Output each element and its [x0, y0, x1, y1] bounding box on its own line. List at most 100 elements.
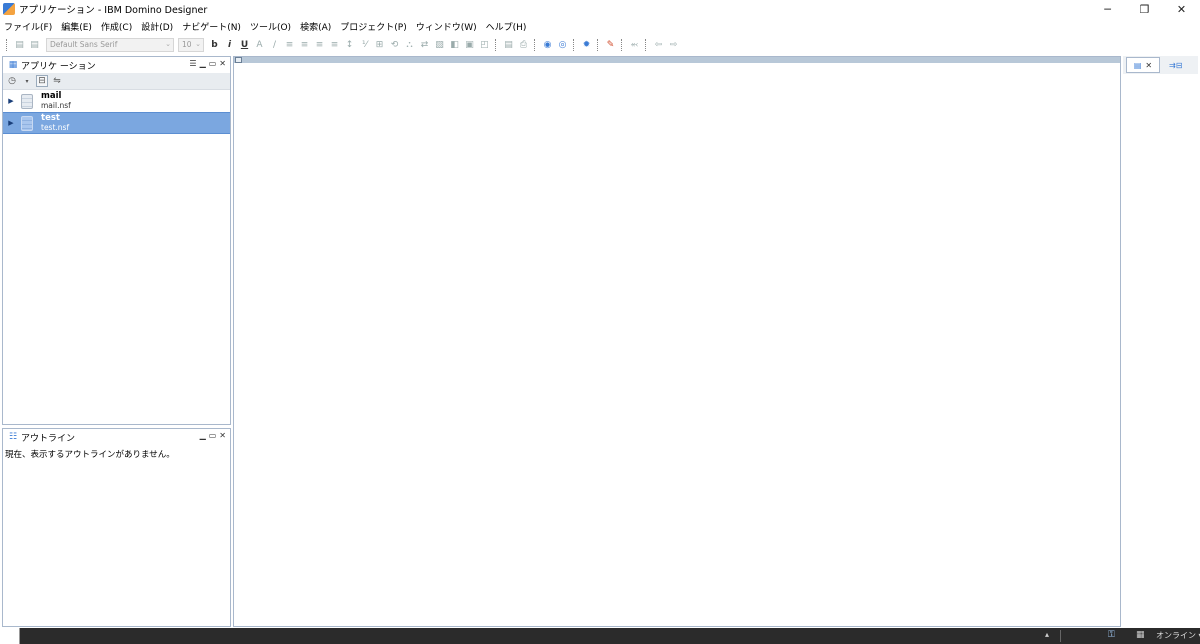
- controls-tab[interactable]: ▤ ✕: [1126, 57, 1160, 73]
- chevron-up-icon[interactable]: ▴: [1045, 630, 1049, 639]
- align-justify-icon[interactable]: ≡: [329, 39, 340, 50]
- align-center-icon[interactable]: ≡: [299, 39, 310, 50]
- status-bar: ▴ ⚿ ▦ オンライン ▾: [0, 628, 1200, 644]
- applications-pane-header: ▦ アプリケ ーション ☰ ▁ ▭ ✕: [3, 57, 230, 73]
- connection-icon[interactable]: ⚿: [1108, 630, 1115, 640]
- online-status[interactable]: オンライン ▾: [1156, 630, 1200, 641]
- bold-icon[interactable]: b: [209, 39, 220, 50]
- menu-search[interactable]: 検索(A): [300, 20, 331, 33]
- debug-icon[interactable]: ✹: [581, 39, 592, 50]
- menu-tools[interactable]: ツール(O): [250, 20, 291, 33]
- minimize-pane-icon[interactable]: ▁: [200, 59, 206, 68]
- menu-edit[interactable]: 編集(E): [61, 20, 92, 33]
- frame-icon[interactable]: ◰: [479, 39, 490, 50]
- highlight-icon[interactable]: ∕: [269, 39, 280, 50]
- font-size-select[interactable]: 10 ⌄: [178, 37, 204, 52]
- underline-icon[interactable]: U: [239, 39, 250, 50]
- align-right-icon[interactable]: ≡: [314, 39, 325, 50]
- toolbar-separator: [573, 38, 576, 51]
- application-name: test: [41, 113, 60, 123]
- toolbar-grip[interactable]: [6, 38, 9, 51]
- window-controls: ─ ❐ ✕: [1089, 0, 1200, 18]
- restore-panel-icon[interactable]: ⇉⊟: [1169, 61, 1182, 70]
- status-bar-left: [0, 628, 20, 644]
- line-spacing-icon[interactable]: ↕: [344, 39, 355, 50]
- marker-icon[interactable]: ⬻: [629, 39, 640, 50]
- run-icon[interactable]: ✎: [605, 39, 616, 50]
- database-icon: [21, 93, 33, 109]
- toolbar-separator: [495, 38, 498, 51]
- numbering-icon[interactable]: ⅟: [359, 39, 370, 50]
- font-family-value: Default Sans Serif: [50, 40, 118, 49]
- menu-help[interactable]: ヘルプ(H): [486, 20, 527, 33]
- toolbar-separator: [621, 38, 624, 51]
- section-icon[interactable]: ▣: [464, 39, 475, 50]
- layout-icon[interactable]: ◧: [449, 39, 460, 50]
- database-icon: [21, 115, 33, 131]
- application-row-test[interactable]: ▶ test test.nsf: [3, 112, 230, 134]
- menu-window[interactable]: ウィンドウ(W): [416, 20, 477, 33]
- font-family-select[interactable]: Default Sans Serif ⌄: [46, 37, 174, 52]
- outline-pane: ☷ アウトライン ▁ ▭ ✕ 現在、表示するアウトラインがありません。: [2, 428, 231, 627]
- style-apply-icon[interactable]: ▤: [29, 39, 40, 50]
- font-size-value: 10: [182, 40, 192, 49]
- style-icon[interactable]: ▤: [14, 39, 25, 50]
- menu-file[interactable]: ファイル(F): [4, 20, 52, 33]
- toolbar-separator: [534, 38, 537, 51]
- preview-browser-icon[interactable]: ◎: [557, 39, 568, 50]
- open-dropdown-icon[interactable]: ▾: [21, 75, 33, 87]
- view-menu-icon[interactable]: ☰: [189, 59, 196, 68]
- menu-project[interactable]: プロジェクト(P): [340, 20, 406, 33]
- italic-icon[interactable]: i: [224, 39, 235, 50]
- expand-arrow-icon[interactable]: ▶: [6, 97, 16, 105]
- close-window-button[interactable]: ✕: [1163, 0, 1200, 18]
- right-panel: ▤ ✕ ⇉⊟: [1123, 56, 1198, 74]
- maximize-pane-icon[interactable]: ▭: [209, 431, 217, 440]
- align-left-icon[interactable]: ≡: [284, 39, 295, 50]
- editor-tab-strip: [234, 57, 1120, 63]
- minimize-pane-icon[interactable]: ▁: [200, 431, 206, 440]
- pane-controls: ☰ ▁ ▭ ✕: [186, 59, 226, 68]
- close-pane-icon[interactable]: ✕: [219, 431, 226, 440]
- minimize-button[interactable]: ─: [1089, 0, 1126, 18]
- table-icon[interactable]: ⊞: [374, 39, 385, 50]
- outline-pane-header: ☷ アウトライン ▁ ▭ ✕: [3, 429, 230, 445]
- back-icon[interactable]: ⇦: [653, 39, 664, 50]
- preview-notes-icon[interactable]: ◉: [542, 39, 553, 50]
- expand-arrow-icon[interactable]: ▶: [6, 119, 16, 127]
- title-bar: アプリケーション - IBM Domino Designer ─ ❐ ✕: [0, 0, 1200, 18]
- show-working-set-icon[interactable]: ⊟: [36, 75, 48, 87]
- link-icon[interactable]: ⇄: [419, 39, 430, 50]
- toolbar-separator: [597, 38, 600, 51]
- toolbar-separator: [645, 38, 648, 51]
- outline-empty-message: 現在、表示するアウトラインがありません。: [5, 450, 175, 460]
- menu-design[interactable]: 設計(D): [141, 20, 173, 33]
- replication-icon[interactable]: ▦: [1136, 630, 1145, 640]
- image-icon[interactable]: ▨: [434, 39, 445, 50]
- outline-icon: ☷: [8, 432, 18, 442]
- menu-navigate[interactable]: ナビゲート(N): [182, 20, 241, 33]
- bookmark-icon[interactable]: ⛬: [404, 39, 415, 50]
- save-icon[interactable]: ▤: [503, 39, 514, 50]
- restore-editor-icon[interactable]: [235, 57, 242, 63]
- text-color-icon[interactable]: A: [254, 39, 265, 50]
- editor-area[interactable]: [233, 56, 1121, 627]
- link-editor-icon[interactable]: ⇋: [51, 75, 63, 87]
- application-name: mail: [41, 91, 62, 101]
- formatting-toolbar: ▤ ▤ Default Sans Serif ⌄ 10 ⌄ b i U A ∕ …: [0, 35, 1200, 54]
- window-title: アプリケーション - IBM Domino Designer: [19, 5, 208, 16]
- print-icon[interactable]: ⎙: [518, 39, 529, 50]
- maximize-pane-icon[interactable]: ▭: [209, 59, 217, 68]
- close-tab-icon[interactable]: ✕: [1145, 61, 1152, 70]
- refresh-icon[interactable]: ⟲: [389, 39, 400, 50]
- forward-icon[interactable]: ⇨: [668, 39, 679, 50]
- close-pane-icon[interactable]: ✕: [219, 59, 226, 68]
- restore-button[interactable]: ❐: [1126, 0, 1163, 18]
- open-app-icon[interactable]: ◷: [6, 75, 18, 87]
- application-label: test test.nsf: [41, 113, 69, 133]
- domino-designer-icon: [3, 3, 15, 15]
- menu-create[interactable]: 作成(C): [101, 20, 132, 33]
- application-file: test.nsf: [41, 123, 70, 132]
- application-row-mail[interactable]: ▶ mail mail.nsf: [3, 90, 230, 112]
- outline-pane-title: アウトライン: [21, 433, 76, 444]
